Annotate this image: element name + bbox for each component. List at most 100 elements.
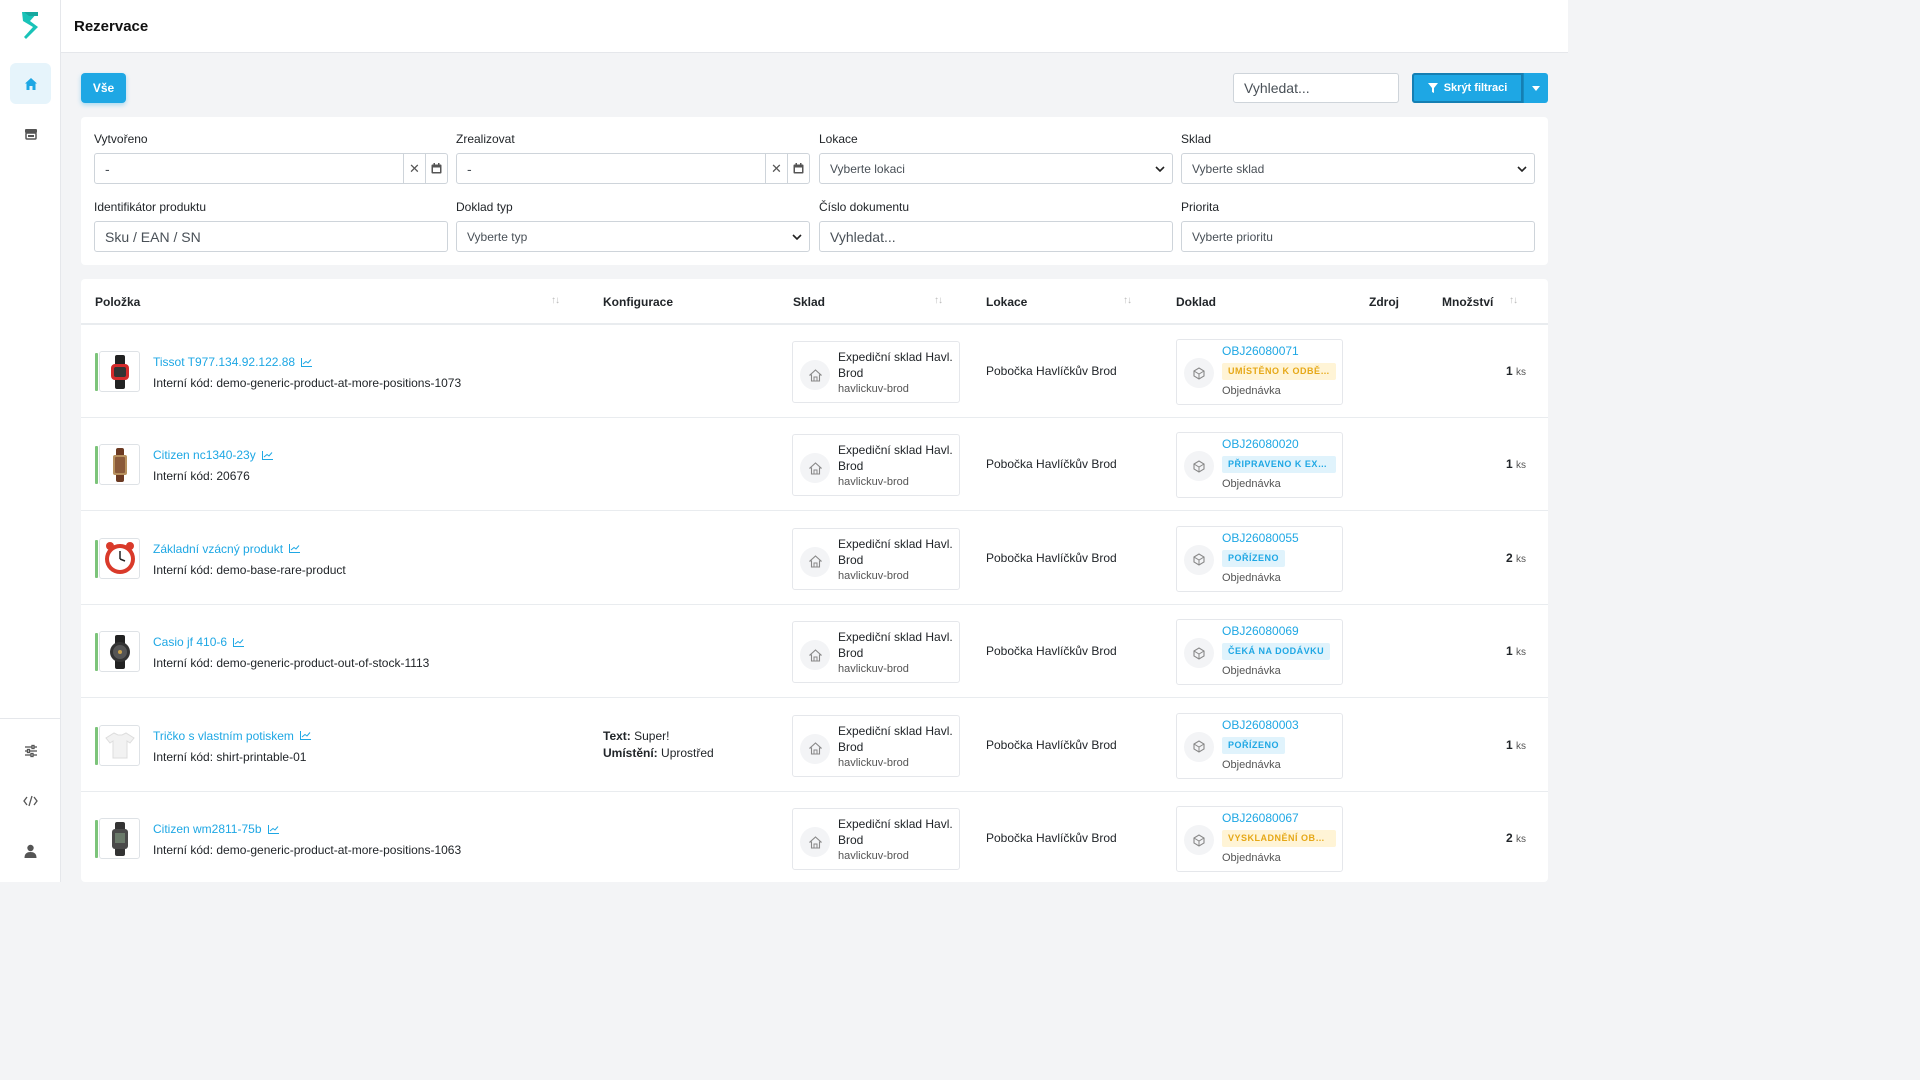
chevron-down-icon [785, 233, 809, 240]
config-line: Text: Super! [603, 728, 670, 743]
table-row[interactable]: Tissot T977.134.92.122.88 Interní kód: de… [81, 325, 1548, 418]
location-name: Pobočka Havlíčkův Brod [986, 364, 1117, 378]
chart-icon[interactable] [299, 731, 311, 741]
document-type: Objednávka [1222, 665, 1281, 678]
product-link[interactable]: Citizen nc1340-23y [153, 448, 273, 462]
document-card: OBJ26080069 ČEKÁ NA DODÁVKU Objednávka [1176, 619, 1343, 686]
document-link[interactable]: OBJ26080055 [1222, 531, 1299, 545]
row-status-bar [95, 726, 98, 765]
warehouse-icon [808, 368, 822, 382]
doc-type-select[interactable]: Vyberte typ [456, 221, 810, 252]
app-logo[interactable] [20, 10, 42, 42]
product-image[interactable] [99, 444, 140, 486]
product-link[interactable]: Tričko s vlastním potiskem [153, 729, 311, 743]
warehouse-icon [24, 128, 37, 140]
clear-icon[interactable]: ✕ [765, 154, 787, 183]
location-name: Pobočka Havlíčkův Brod [986, 644, 1117, 659]
product-id-input[interactable]: Sku / EAN / SN [94, 221, 448, 252]
sidebar-item-home[interactable] [10, 63, 51, 104]
hide-filter-button[interactable]: Skrýt filtraci [1412, 73, 1523, 103]
chart-icon[interactable] [267, 824, 279, 834]
sort-icon[interactable]: ↑↓ [1509, 295, 1518, 306]
search-input[interactable] [1233, 73, 1399, 103]
table-row[interactable]: Casio jf 410-6 Interní kód: demo-generic-… [81, 605, 1548, 699]
document-card: OBJ26080020 PŘIPRAVENO K EXPEDICI Objednáv… [1176, 432, 1343, 499]
warehouse-icon [808, 835, 822, 849]
chevron-down-icon [1148, 165, 1172, 172]
product-link[interactable]: Tissot T977.134.92.122.88 [153, 355, 313, 369]
row-status-bar [95, 633, 98, 672]
sort-icon[interactable]: ↑↓ [934, 295, 943, 306]
chart-icon[interactable] [301, 357, 313, 367]
product-image[interactable] [99, 537, 140, 579]
col-item[interactable]: Položka [95, 295, 140, 309]
row-status-bar [95, 820, 98, 858]
settings-sliders-icon [24, 744, 37, 757]
product-image[interactable] [99, 351, 140, 392]
product-link[interactable]: Casio jf 410-6 [153, 635, 245, 649]
order-icon [1193, 833, 1205, 847]
chart-icon[interactable] [289, 544, 301, 554]
internal-code: Interní kód: demo-generic-product-out-of… [153, 656, 430, 671]
document-type: Objednávka [1222, 758, 1281, 771]
col-quantity[interactable]: Množství [1442, 295, 1493, 309]
calendar-icon[interactable] [425, 154, 447, 183]
warehouse-slug: havlickuv-brod [838, 476, 909, 489]
document-card: OBJ26080003 POŘÍZENO Objednávka [1176, 712, 1343, 779]
document-card: OBJ26080071 UMÍSTĚNO K ODBĚRU Objednávka [1176, 339, 1343, 405]
created-date-range[interactable]: - ✕ [94, 153, 448, 184]
table-row[interactable]: Základní vzácný produkt Interní kód: demo… [81, 512, 1548, 605]
document-link[interactable]: OBJ26080071 [1222, 344, 1299, 358]
warehouse-name: Expediční sklad Havl. Brod [838, 817, 953, 847]
sidebar-item-user[interactable] [10, 830, 51, 871]
internal-code: Interní kód: demo-base-rare-product [153, 562, 346, 577]
chart-icon[interactable] [261, 450, 273, 460]
filter-dropdown-button[interactable] [1523, 73, 1548, 103]
priority-label: Priorita [1181, 200, 1220, 214]
doc-number-input[interactable]: Vyhledat... [819, 221, 1173, 252]
col-location[interactable]: Lokace [986, 295, 1027, 309]
order-icon [1193, 366, 1205, 380]
col-warehouse[interactable]: Sklad [793, 295, 825, 309]
warehouse-icon [808, 462, 822, 475]
warehouse-card: Expediční sklad Havl. Brod havlickuv-brod [792, 527, 960, 590]
header: Rezervace [61, 0, 1568, 53]
product-image[interactable] [99, 631, 140, 673]
tab-all[interactable]: Vše [81, 73, 126, 103]
status-badge: VYSKLADNĚNÍ OBJEDNÁVKY [1222, 830, 1336, 847]
sort-icon[interactable]: ↑↓ [1123, 295, 1132, 306]
priority-input[interactable]: Vyberte prioritu [1181, 221, 1535, 252]
chart-icon[interactable] [233, 637, 245, 647]
document-link[interactable]: OBJ26080069 [1222, 624, 1299, 638]
order-icon [1193, 553, 1205, 566]
sidebar-item-settings[interactable] [10, 730, 51, 771]
product-image[interactable] [99, 818, 140, 859]
calendar-icon[interactable] [787, 154, 809, 183]
clear-icon[interactable]: ✕ [403, 154, 425, 183]
location-select[interactable]: Vyberte lokaci [819, 153, 1173, 184]
realize-date-range[interactable]: - ✕ [456, 153, 810, 184]
document-link[interactable]: OBJ26080020 [1222, 437, 1299, 451]
document-link[interactable]: OBJ26080067 [1222, 811, 1299, 825]
product-link[interactable]: Základní vzácný produkt [153, 542, 301, 556]
doc-type-placeholder: Vyberte typ [467, 229, 528, 244]
document-link[interactable]: OBJ26080003 [1222, 718, 1299, 732]
product-id-placeholder: Sku / EAN / SN [105, 228, 201, 245]
order-icon [1193, 460, 1205, 473]
table-row[interactable]: Citizen nc1340-23y Interní kód: 20676 Expe… [81, 418, 1548, 512]
warehouse-slug: havlickuv-brod [838, 850, 909, 862]
document-card: OBJ26080055 POŘÍZENO Objednávka [1176, 525, 1343, 592]
table-row[interactable]: Citizen wm2811-75b Interní kód: demo-gene… [81, 792, 1548, 882]
document-type: Objednávka [1222, 571, 1281, 584]
document-type: Objednávka [1222, 478, 1281, 491]
product-image[interactable] [99, 724, 140, 766]
sort-icon[interactable]: ↑↓ [551, 295, 560, 306]
sidebar-item-code[interactable] [10, 780, 51, 821]
order-icon [1193, 740, 1205, 753]
warehouse-select[interactable]: Vyberte sklad [1181, 153, 1535, 184]
table-row[interactable]: Tričko s vlastním potiskem Interní kód: s… [81, 699, 1548, 792]
sidebar-item-warehouse[interactable] [10, 113, 51, 154]
location-name: Pobočka Havlíčkův Brod [986, 831, 1117, 845]
col-source: Zdroj [1369, 295, 1399, 309]
product-link[interactable]: Citizen wm2811-75b [153, 822, 279, 836]
